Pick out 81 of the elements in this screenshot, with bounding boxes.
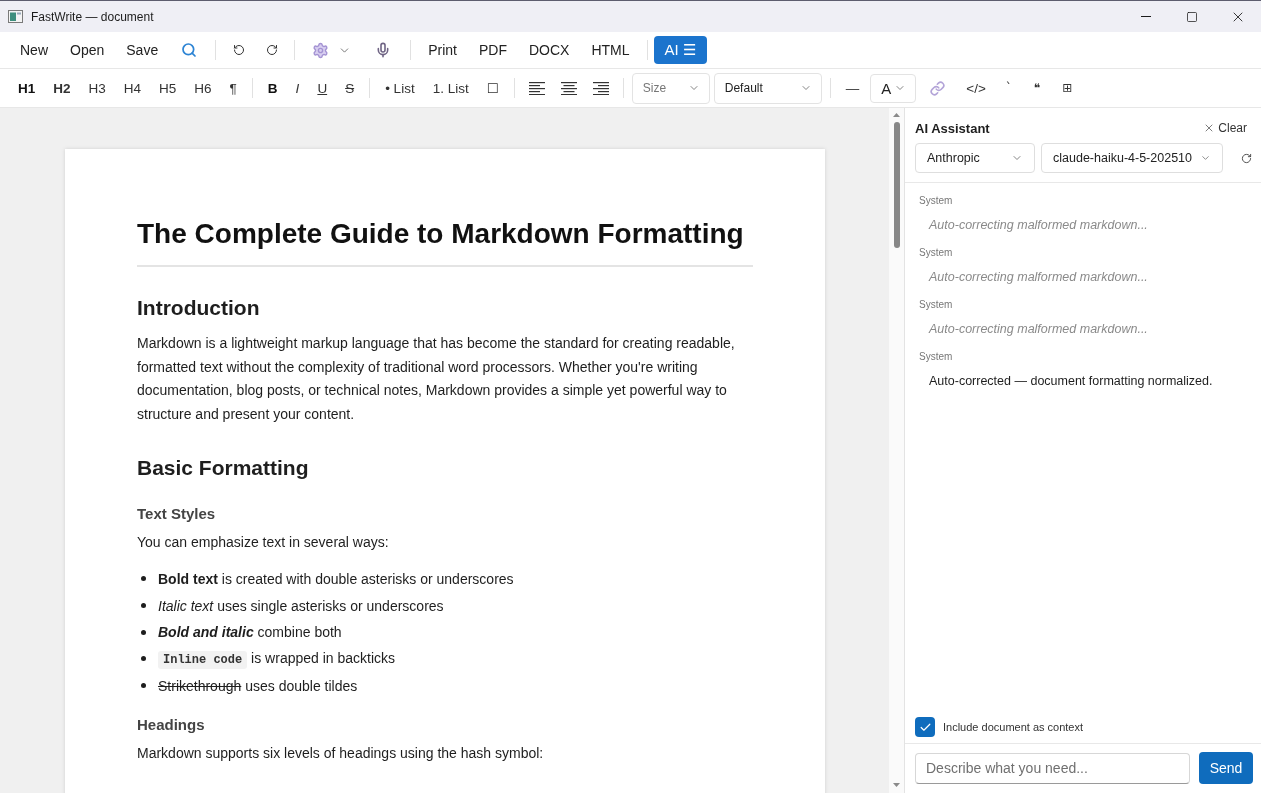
maximize-icon — [1186, 10, 1198, 23]
scrollbar-thumb[interactable] — [893, 122, 900, 248]
format-button[interactable]: S — [336, 73, 364, 103]
scroll-down-arrow-icon[interactable] — [893, 783, 900, 787]
toolbar-button[interactable]: DOCX — [518, 35, 581, 65]
subsection-heading: Text Styles — [137, 503, 216, 524]
format-button[interactable]: — — [836, 73, 869, 103]
refresh-button[interactable] — [1241, 152, 1252, 164]
undo-icon — [232, 44, 245, 56]
align-center-icon — [560, 81, 577, 95]
format-button[interactable]: ⊞ — [1051, 73, 1084, 103]
clear-button[interactable]: Clear — [1203, 121, 1251, 135]
format-button[interactable]: H5 — [150, 73, 186, 103]
format-button[interactable]: 1. List — [423, 73, 478, 103]
message-sender: System — [919, 298, 953, 312]
window-title: FastWrite — document — [31, 9, 154, 24]
list-item-text: Bold text is created with double asterisks or underscores — [158, 569, 514, 589]
format-button[interactable]: B — [258, 73, 287, 103]
format-button[interactable]: H1 — [9, 73, 45, 103]
context-checkbox[interactable] — [915, 717, 935, 737]
minimize-icon — [1141, 16, 1151, 17]
align-right-icon — [592, 81, 609, 95]
bullet-icon — [141, 576, 146, 582]
bullet-icon — [141, 656, 146, 662]
prompt-input[interactable]: Describe what you need... — [915, 752, 1190, 784]
message-text: Auto-correcting malformed markdown... — [929, 217, 1148, 233]
panel-title: AI Assistant — [915, 120, 990, 136]
settings-icon — [312, 41, 330, 59]
list-item-text: Italic text uses single asterisks or underscores — [158, 596, 444, 616]
format-button[interactable]: ☐ — [477, 73, 508, 103]
toolbar-button[interactable]: PDF — [468, 35, 518, 65]
bullet-icon — [141, 683, 146, 689]
section-heading: Basic Formatting — [137, 454, 309, 481]
subsection-heading: Headings — [137, 714, 205, 735]
refresh-icon — [1241, 152, 1252, 164]
color-select[interactable]: A — [870, 73, 917, 103]
send-button[interactable]: Send — [1199, 752, 1253, 784]
message-text: Auto-correcting malformed markdown... — [929, 269, 1148, 285]
app-icon — [8, 10, 23, 23]
toolbar-button[interactable]: New — [9, 35, 59, 65]
font-select[interactable]: Default — [713, 72, 822, 104]
toolbar-button[interactable]: Save — [115, 35, 170, 65]
scroll-up-arrow-icon[interactable] — [893, 113, 900, 117]
document-title: The Complete Guide to Markdown Formatting — [137, 217, 744, 251]
toolbar-button[interactable]: HTML — [580, 35, 641, 65]
format-button[interactable]: H2 — [44, 73, 80, 103]
redo-icon — [265, 44, 278, 56]
size-select[interactable]: Size — [631, 72, 710, 104]
format-button[interactable]: </> — [957, 73, 995, 103]
toolbar-button[interactable]: Print — [417, 35, 468, 65]
paragraph: Markdown supports six levels of headings using the hash symbol: — [137, 743, 545, 763]
chain-link-icon — [930, 80, 946, 96]
format-button[interactable]: H3 — [79, 73, 115, 103]
bullet-icon — [141, 629, 146, 635]
bullet-icon — [141, 603, 146, 609]
message-text: Auto-corrected — document formatting normalized. — [929, 373, 1213, 389]
paragraph: You can emphasize text in several ways: — [137, 532, 390, 552]
provider-select[interactable]: Anthropic — [915, 143, 1035, 173]
format-button[interactable]: ` — [994, 73, 1023, 103]
list-item-text: Inline code is wrapped in backticks — [158, 647, 396, 670]
format-button[interactable]: • List — [376, 73, 424, 103]
format-button[interactable]: I — [286, 73, 309, 103]
list-item-text: Strikethrough uses double tildes — [158, 676, 358, 696]
search-icon — [181, 42, 198, 58]
format-button[interactable]: H6 — [185, 73, 221, 103]
paragraph: Markdown is a lightweight markup language that has become the standard for creating readable, formatted text without the complexity of traditional word processors. Whether you're writing documentation, blog posts, or technical notes, Markdown provides a simple yet powerful way to structure and present your content. — [137, 334, 736, 425]
toolbar-button[interactable]: Open — [59, 35, 116, 65]
format-button[interactable]: ❝ — [1022, 73, 1052, 103]
align-left-icon — [528, 81, 545, 95]
list-item-text: Bold and italic combine both — [158, 623, 342, 643]
message-sender: System — [919, 246, 953, 260]
format-button[interactable]: ¶ — [220, 73, 246, 103]
section-heading: Introduction — [137, 295, 260, 321]
ai-toggle-button[interactable]: AI ☰ — [653, 36, 708, 64]
message-text: Auto-correcting malformed markdown... — [929, 321, 1148, 337]
message-sender: System — [919, 350, 953, 364]
format-button[interactable]: H4 — [114, 73, 151, 103]
model-select[interactable]: claude-haiku-4-5-202510 — [1041, 143, 1223, 173]
format-button[interactable]: U — [308, 73, 337, 103]
message-sender: System — [919, 194, 953, 208]
checkbox-label: Include document as context — [943, 721, 1084, 733]
